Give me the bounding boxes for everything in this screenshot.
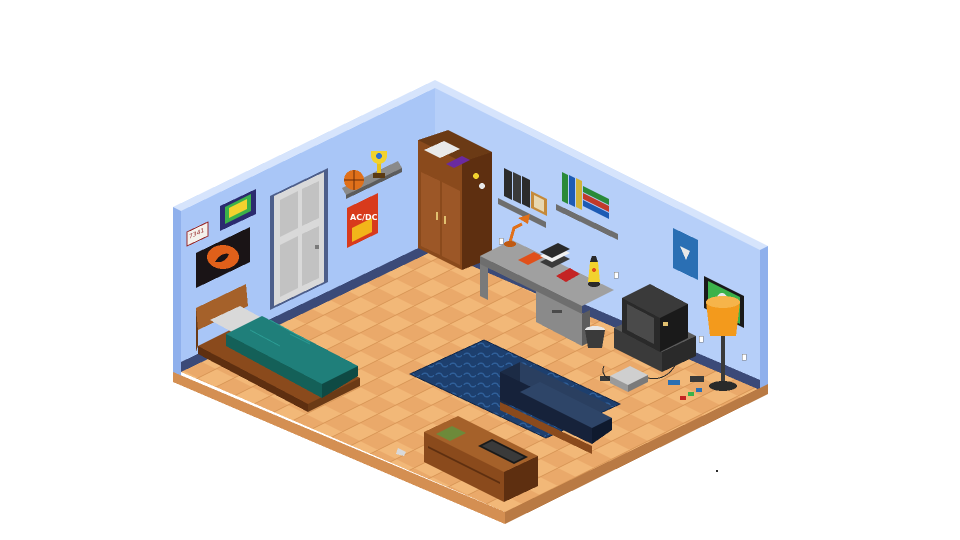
outlet-icon bbox=[613, 271, 619, 279]
desk-drawer-handle[interactable] bbox=[552, 310, 562, 313]
bedroom-scene: 7341 AC/DC bbox=[173, 80, 768, 524]
outlet-icon bbox=[741, 353, 747, 361]
floor-speck bbox=[716, 470, 718, 472]
wardrobe-handle-right[interactable] bbox=[444, 216, 446, 224]
acdc-poster-text: AC/DC bbox=[350, 213, 378, 222]
wastebasket-icon[interactable] bbox=[585, 326, 605, 348]
wardrobe-handle-left[interactable] bbox=[436, 212, 438, 220]
outlet-icon bbox=[498, 237, 504, 245]
left-wall-outer-edge bbox=[173, 207, 181, 376]
outlet-icon bbox=[698, 335, 704, 343]
tv-power-button[interactable] bbox=[663, 322, 668, 326]
basketball[interactable] bbox=[344, 170, 364, 190]
controller-icon[interactable] bbox=[668, 380, 680, 385]
right-wall-outer-edge bbox=[760, 246, 768, 388]
wardrobe[interactable] bbox=[418, 130, 492, 270]
door-handle-icon[interactable] bbox=[315, 245, 319, 249]
